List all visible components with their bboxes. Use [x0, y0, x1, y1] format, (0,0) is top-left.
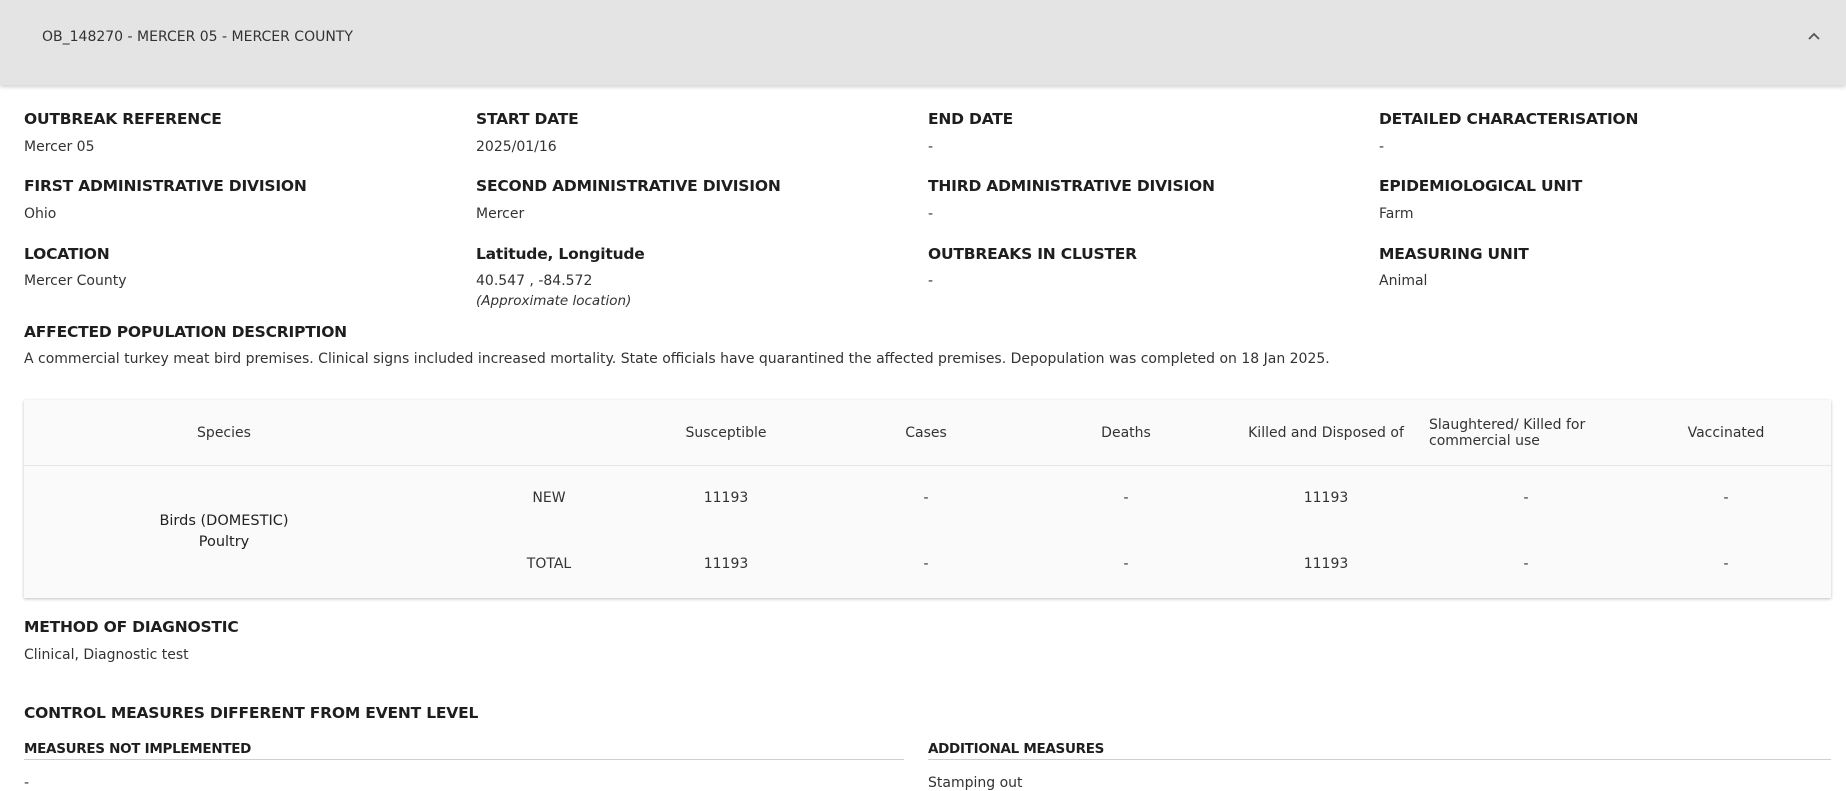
cell-cases: -: [923, 490, 929, 506]
measuring-unit-value: Animal: [1379, 273, 1428, 289]
outbreak-reference-label: OUTBREAK REFERENCE: [24, 110, 222, 128]
epidemiological-unit-label: EPIDEMIOLOGICAL UNIT: [1379, 177, 1583, 195]
additional-measures-label: ADDITIONAL MEASURES: [928, 741, 1105, 757]
header-killed-disposed: Killed and Disposed of: [1248, 425, 1404, 441]
first-admin-division-value: Ohio: [24, 206, 57, 222]
approximate-location-note: (Approximate location): [476, 293, 632, 309]
outbreak-title: OB_148270 - MERCER 05 - MERCER COUNTY: [42, 29, 353, 45]
cell-deaths: -: [1123, 556, 1129, 572]
cell-slaughtered: -: [1523, 490, 1529, 506]
divider: [928, 759, 1831, 760]
cell-deaths: -: [1123, 490, 1129, 506]
species-cell: Birds (DOMESTIC) Poultry: [24, 466, 424, 598]
species-name: Birds (DOMESTIC): [159, 513, 289, 529]
measuring-unit-label: MEASURING UNIT: [1379, 245, 1529, 263]
chevron-up-icon[interactable]: [1806, 28, 1822, 44]
method-of-diagnostic-label: METHOD OF DIAGNOSTIC: [24, 618, 239, 636]
header-slaughtered: Slaughtered/ Killed for commercial use: [1429, 417, 1586, 449]
detailed-characterisation-label: DETAILED CHARACTERISATION: [1379, 110, 1639, 128]
outbreak-header[interactable]: OB_148270 - MERCER 05 - MERCER COUNTY: [0, 0, 1846, 85]
cell-susceptible: 11193: [703, 490, 749, 506]
location-value: Mercer County: [24, 273, 127, 289]
method-of-diagnostic-value: Clinical, Diagnostic test: [24, 647, 189, 663]
epidemiological-unit-value: Farm: [1379, 206, 1414, 222]
cell-slaughtered: -: [1523, 556, 1529, 572]
third-admin-division-value: -: [928, 206, 934, 222]
additional-measures-value: Stamping out: [928, 775, 1023, 791]
second-admin-division-label: SECOND ADMINISTRATIVE DIVISION: [476, 177, 781, 195]
outbreak-reference-value: Mercer 05: [24, 139, 95, 155]
cell-susceptible: 11193: [703, 556, 749, 572]
table-header: Species Susceptible Cases Deaths Killed …: [24, 400, 1831, 466]
start-date-label: START DATE: [476, 110, 579, 128]
start-date-value: 2025/01/16: [476, 139, 557, 155]
second-admin-division-value: Mercer: [476, 206, 525, 222]
cell-vaccinated: -: [1723, 490, 1729, 506]
end-date-value: -: [928, 139, 934, 155]
control-measures-label: CONTROL MEASURES DIFFERENT FROM EVENT LE…: [24, 704, 479, 722]
header-vaccinated: Vaccinated: [1687, 425, 1765, 441]
measures-not-implemented-value: -: [24, 775, 30, 791]
header-species: Species: [197, 425, 251, 441]
lat-long-label: Latitude, Longitude: [476, 245, 645, 263]
header-deaths: Deaths: [1101, 425, 1151, 441]
detailed-characterisation-value: -: [1379, 139, 1385, 155]
lat-long-value: 40.547 , -84.572: [476, 273, 593, 289]
header-cases: Cases: [905, 425, 947, 441]
measures-not-implemented-label: MEASURES NOT IMPLEMENTED: [24, 741, 252, 757]
affected-population-text: A commercial turkey meat bird premises. …: [24, 351, 1330, 367]
first-admin-division-label: FIRST ADMINISTRATIVE DIVISION: [24, 177, 307, 195]
divider: [24, 759, 904, 760]
cell-vaccinated: -: [1723, 556, 1729, 572]
location-label: LOCATION: [24, 245, 110, 263]
cell-killed-disposed: 11193: [1303, 556, 1349, 572]
third-admin-division-label: THIRD ADMINISTRATIVE DIVISION: [928, 177, 1215, 195]
species-table: Species Susceptible Cases Deaths Killed …: [24, 400, 1831, 598]
outbreaks-in-cluster-label: OUTBREAKS IN CLUSTER: [928, 245, 1137, 263]
outbreaks-in-cluster-value: -: [928, 273, 934, 289]
header-susceptible: Susceptible: [685, 425, 767, 441]
species-type: Poultry: [198, 534, 250, 550]
end-date-label: END DATE: [928, 110, 1014, 128]
affected-population-label: AFFECTED POPULATION DESCRIPTION: [24, 323, 347, 341]
cell-cases: -: [923, 556, 929, 572]
cell-killed-disposed: 11193: [1303, 490, 1349, 506]
